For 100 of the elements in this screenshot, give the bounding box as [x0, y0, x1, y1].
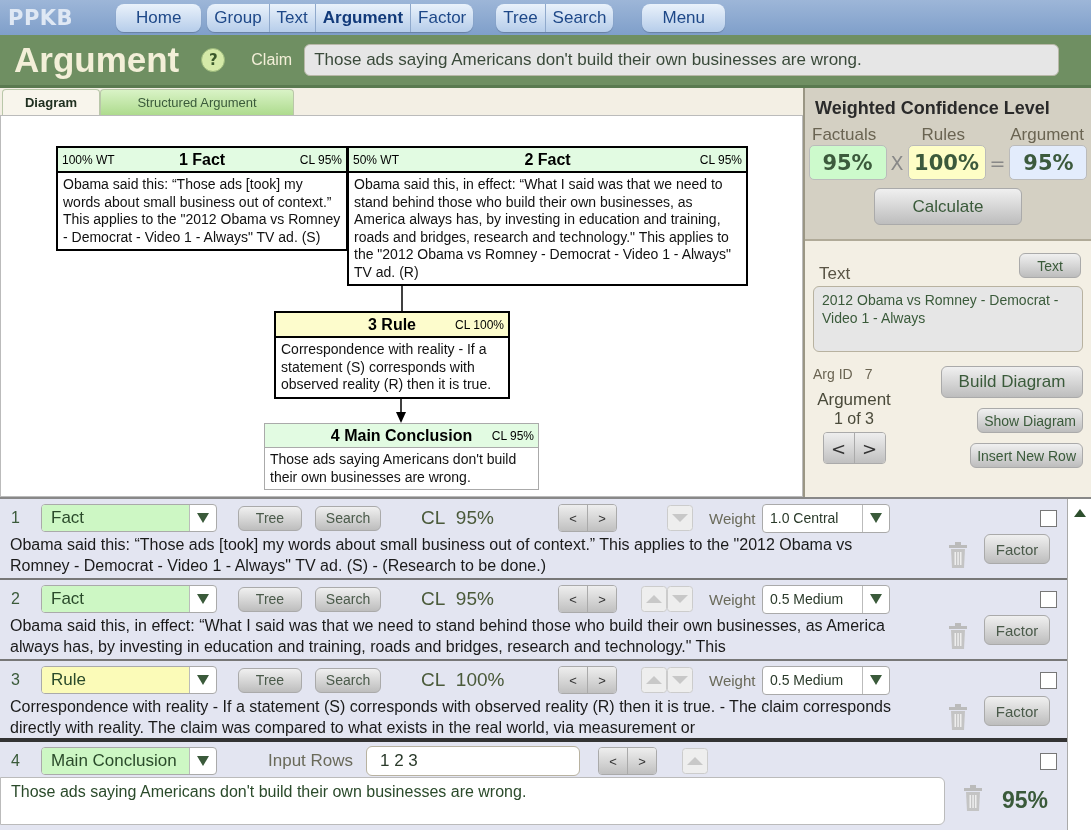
- previous-button[interactable]: <: [559, 586, 588, 612]
- node-confidence: CL 95%: [299, 152, 342, 167]
- row-text: Obama said this, in effect: “What I said was that we need to stand behind those who build their own businesses, as America always has, by investing in education and training, roads and bridges, research and technology." This: [9, 616, 886, 657]
- tab[interactable]: Structured Argument: [100, 89, 294, 115]
- confidence-value: CL 95%: [421, 588, 495, 610]
- dropdown-arrow-icon[interactable]: [870, 513, 882, 523]
- row-text: Correspondence with reality - If a statement (S) corresponds with observed reality (R) then it is true. - The claim corresponds directly with reality. The claim was compared to what exists in the real world, via measurement or: [9, 697, 892, 738]
- build-diagram-button[interactable]: Build Diagram: [941, 366, 1083, 398]
- tab[interactable]: Diagram: [2, 89, 100, 115]
- previous-button[interactable]: <: [599, 748, 628, 774]
- node-title: 1 Fact: [178, 150, 226, 169]
- next-button[interactable]: >: [588, 667, 616, 693]
- rules-label: Rules: [921, 125, 965, 145]
- type-select[interactable]: Main Conclusion: [41, 747, 217, 775]
- weight-select[interactable]: 0.5 Medium: [762, 665, 890, 695]
- text-field[interactable]: 2012 Obama vs Romney - Democrat - Video 1 - Always: [813, 286, 1083, 352]
- factor-button[interactable]: Factor: [984, 696, 1050, 726]
- page-title: Argument: [14, 40, 180, 80]
- type-select[interactable]: Fact: [41, 504, 217, 532]
- argument-position: 1 of 3: [834, 410, 874, 428]
- arg-id-label: Arg ID: [813, 366, 853, 382]
- dropdown-arrow-icon[interactable]: [197, 756, 209, 766]
- weight-label: Weight: [709, 590, 757, 608]
- claim-field[interactable]: Those ads saying Americans don't build their own businesses are wrong.: [304, 44, 1060, 76]
- previous-button[interactable]: <: [559, 667, 588, 693]
- dropdown-arrow-icon[interactable]: [870, 675, 882, 685]
- type-select[interactable]: Fact: [41, 585, 217, 613]
- tree-button[interactable]: Tree: [238, 667, 302, 693]
- nav-button[interactable]: Search: [545, 3, 614, 32]
- claim-label: Claim: [251, 51, 293, 69]
- nav-button[interactable]: Home: [116, 3, 202, 32]
- row-text: Obama said this: “Those ads [took] my words about small business out of context.” This applies to the "2012 Obama vs Romney - Democrat - Video 1 - Always" TV ad. (S) - (Research to be done.): [9, 535, 854, 576]
- weight-select[interactable]: 1.0 Central: [762, 503, 890, 533]
- row-number: 2: [10, 590, 21, 608]
- nav-button[interactable]: Group: [207, 3, 270, 32]
- next-button[interactable]: >: [588, 505, 616, 531]
- row-number: 1: [10, 509, 21, 527]
- equals-sign: =: [989, 151, 1006, 174]
- tree-button[interactable]: Tree: [238, 505, 302, 531]
- weight-label: Weight: [709, 509, 757, 527]
- arg-id-value: 7: [864, 366, 873, 382]
- weight-label: Weight: [709, 671, 757, 689]
- conclusion-field[interactable]: Those ads saying Americans don't build their own businesses are wrong.: [0, 777, 945, 825]
- nav-button[interactable]: Factor: [411, 3, 474, 32]
- scrollbar[interactable]: [1067, 499, 1091, 830]
- insert-row-button[interactable]: Insert New Row: [970, 443, 1083, 468]
- scroll-up-icon[interactable]: [1073, 509, 1086, 517]
- next-button[interactable]: >: [628, 748, 656, 774]
- confidence-value: CL 95%: [421, 507, 495, 529]
- node-title: 4 Main Conclusion: [330, 426, 473, 445]
- show-diagram-button[interactable]: Show Diagram: [977, 408, 1083, 433]
- argument-value: 95%: [1009, 145, 1088, 180]
- row-number: 4: [10, 752, 21, 770]
- type-select[interactable]: Rule: [41, 666, 217, 694]
- factuals-label: Factuals: [812, 125, 877, 145]
- result-value: 95%: [1002, 787, 1049, 814]
- row-number: 3: [10, 671, 21, 689]
- previous-button[interactable]: <: [559, 505, 588, 531]
- factor-button[interactable]: Factor: [984, 534, 1050, 564]
- argument-label: Argument: [1010, 125, 1084, 145]
- input-rows-field[interactable]: 1 2 3: [366, 746, 580, 776]
- search-button[interactable]: Search: [315, 586, 381, 612]
- checkbox[interactable]: [1040, 752, 1057, 770]
- node-text: Obama said this: “Those ads [took] my words about small business out of context.” This applies to the "2012 Obama vs Romney - Democrat - Video 1 - Always" TV ad. (S): [62, 175, 342, 247]
- calculate-button[interactable]: Calculate: [874, 188, 1022, 225]
- tree-button[interactable]: Tree: [238, 586, 302, 612]
- checkbox[interactable]: [1040, 671, 1057, 689]
- text-label: Text: [819, 264, 851, 284]
- node-title: 3 Rule: [368, 315, 416, 334]
- next-button[interactable]: >: [588, 586, 616, 612]
- dropdown-arrow-icon[interactable]: [197, 594, 209, 604]
- nav-button[interactable]: Tree: [496, 3, 546, 32]
- times-sign: X: [890, 151, 904, 174]
- search-button[interactable]: Search: [315, 667, 381, 693]
- weight-select[interactable]: 0.5 Medium: [762, 584, 890, 614]
- help-button[interactable]: ?: [201, 48, 226, 72]
- dropdown-arrow-icon[interactable]: [870, 594, 882, 604]
- dropdown-arrow-icon[interactable]: [197, 513, 209, 523]
- previous-button[interactable]: <: [823, 433, 855, 463]
- node-weight: 50% WT: [353, 152, 399, 167]
- node-confidence: CL 95%: [699, 152, 742, 167]
- dropdown-arrow-icon[interactable]: [197, 675, 209, 685]
- node-confidence: CL 100%: [455, 317, 504, 332]
- rules-value: 100%: [907, 145, 986, 180]
- text-button[interactable]: Text: [1019, 253, 1081, 278]
- nav-button[interactable]: Text: [269, 3, 316, 32]
- checkbox[interactable]: [1040, 509, 1057, 527]
- checkbox[interactable]: [1040, 590, 1057, 608]
- node-text: Correspondence with reality - If a statement (S) corresponds with observed reality (R) then it is true.: [280, 340, 493, 394]
- factuals-value: 95%: [808, 145, 887, 180]
- search-button[interactable]: Search: [315, 505, 381, 531]
- next-button[interactable]: >: [854, 433, 885, 463]
- panel-title: Weighted Confidence Level: [815, 98, 1050, 119]
- nav-button[interactable]: Argument: [315, 3, 412, 32]
- node-text: Obama said this, in effect: “What I said was that we need to stand behind those who build their own businesses, as America always has, by investing in education and training, roads and bridges, research and technology." This applies to the "2012 Obama vs Romney - Democrat - Video 1 - Always" TV ad. (R): [353, 175, 732, 282]
- node-weight: 100% WT: [62, 152, 115, 167]
- node-text: Those ads saying Americans don't build their own businesses are wrong.: [269, 450, 518, 487]
- factor-button[interactable]: Factor: [984, 615, 1050, 645]
- nav-button[interactable]: Menu: [642, 3, 725, 32]
- argument-label: Argument: [817, 390, 891, 410]
